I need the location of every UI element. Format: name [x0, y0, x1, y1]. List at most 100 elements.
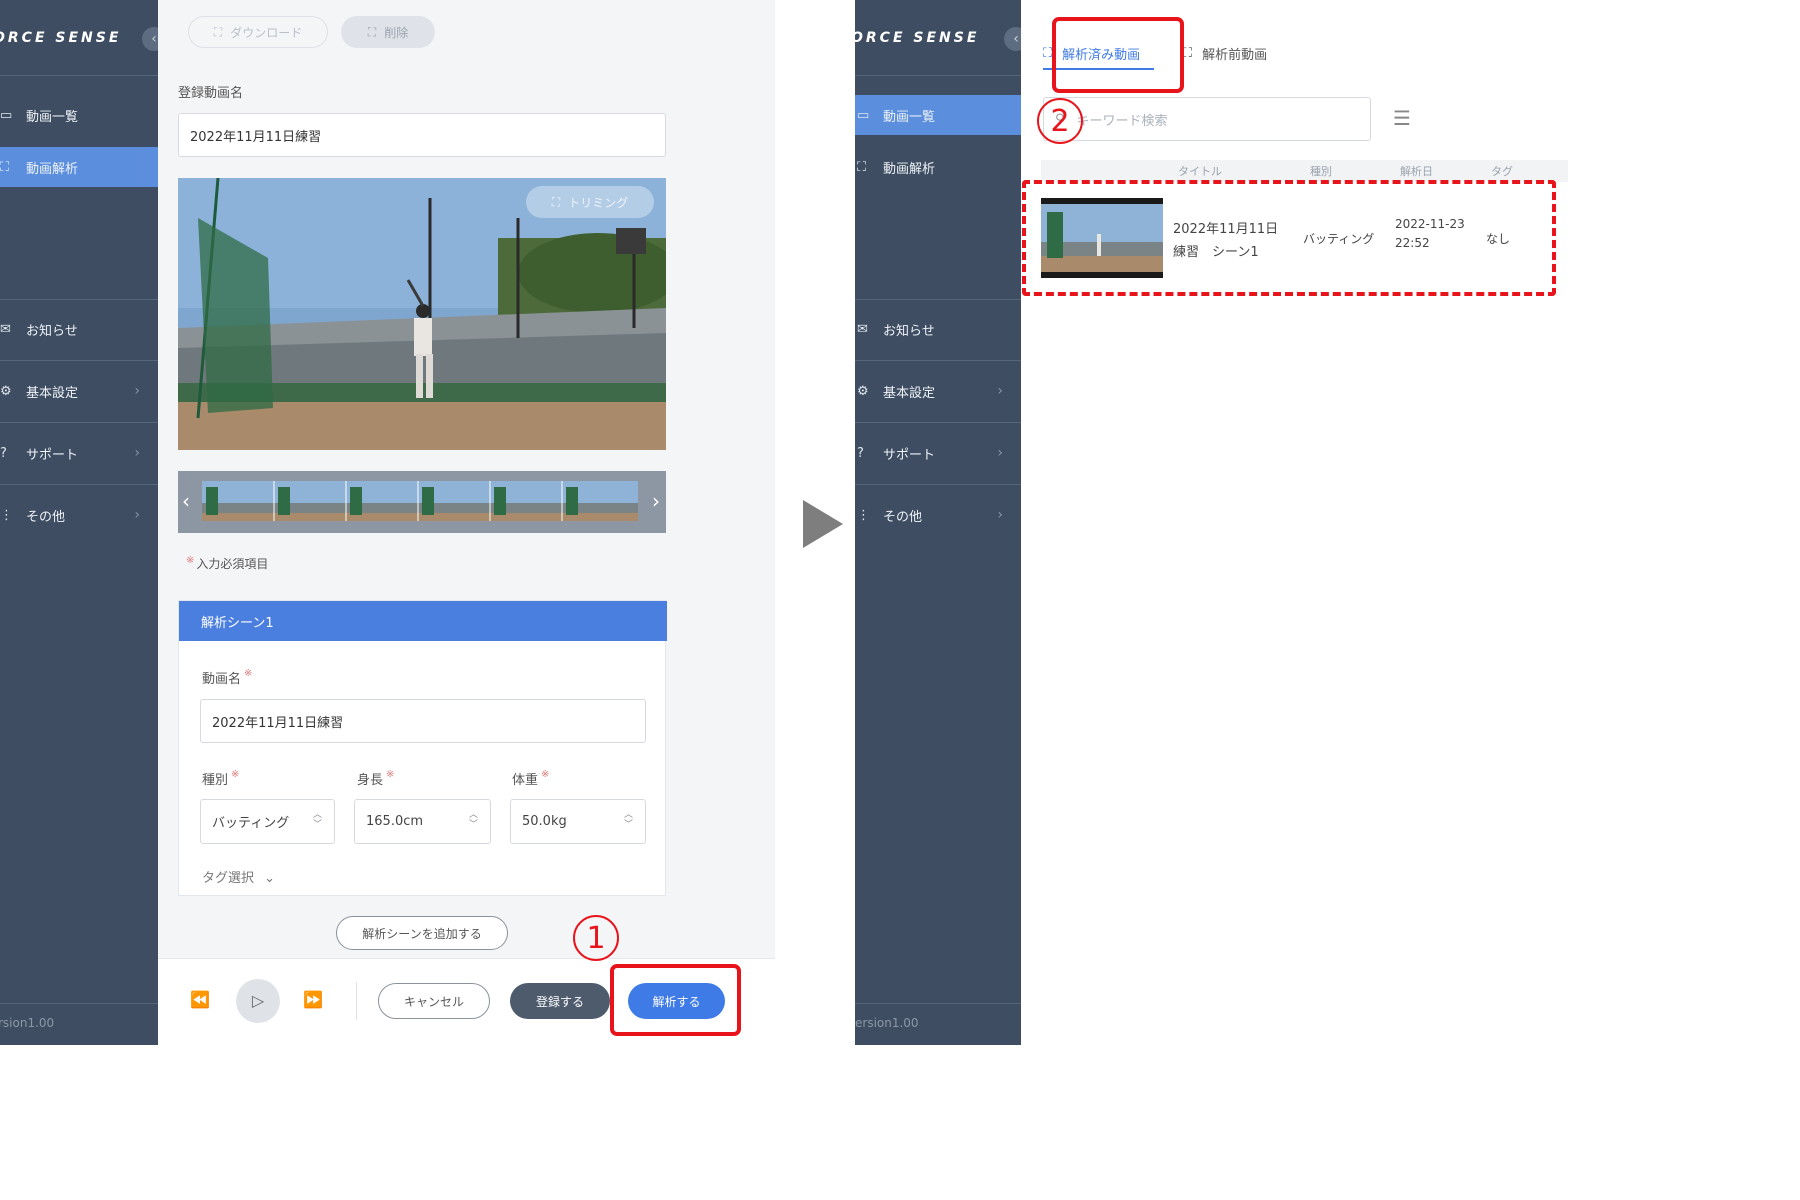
- tab-icon: ⛶: [1043, 45, 1053, 61]
- chevron-down-icon: ⌄: [264, 871, 276, 886]
- chevron-left-icon: ‹: [1013, 31, 1019, 47]
- scene-name-value: 2022年11月11日練習: [212, 715, 344, 731]
- play-button[interactable]: ▷: [236, 979, 280, 1023]
- trim-icon: ⛶: [551, 194, 561, 209]
- fast-forward-icon[interactable]: ⏩: [303, 990, 323, 1009]
- sidebar-item-label: 基本設定: [883, 385, 936, 401]
- add-scene-label: 解析シーンを追加する: [362, 926, 482, 941]
- sidebar-divider: [0, 422, 158, 423]
- sidebar-item-video-list[interactable]: ▭ 動画一覧: [0, 95, 158, 135]
- sidebar-divider: [855, 75, 1021, 76]
- type-label: 種別 ※: [202, 769, 239, 788]
- required-note-text: 入力必須項目: [196, 557, 269, 571]
- sidebar-item-other[interactable]: ⋮ その他 ›: [0, 495, 158, 535]
- sidebar-divider: [855, 1003, 1021, 1004]
- add-scene-button[interactable]: 解析シーンを追加する: [336, 916, 508, 950]
- tab-icon: ⛶: [1183, 45, 1193, 61]
- height-select[interactable]: 165.0cm ︿ ﹀: [354, 799, 491, 844]
- version-text: rsion1.00: [0, 1016, 55, 1030]
- right-sidebar: ORCE SENSE ‹ ▭ 動画一覧 ⛶ 動画解析 ✉ お知らせ ⚙ 基本設定…: [851, 0, 1028, 1045]
- updown-icon: ︿ ﹀: [312, 810, 322, 830]
- trimming-label: トリミング: [568, 195, 629, 210]
- weight-select[interactable]: 50.0kg ︿ ﹀: [510, 799, 646, 844]
- chevron-right-icon: ›: [134, 383, 140, 399]
- col-header-type: 種別: [1310, 165, 1332, 178]
- filmstrip-thumbnails: [202, 481, 638, 521]
- video-title-input[interactable]: 2022年11月11日練習: [178, 113, 666, 157]
- sidebar-item-video-analysis[interactable]: ⛶ 動画解析: [855, 147, 1021, 187]
- video-filmstrip[interactable]: ‹ ›: [178, 471, 666, 533]
- chevron-right-icon: ›: [134, 445, 140, 461]
- scene-name-label-text: 動画名: [202, 672, 242, 687]
- height-label: 身長 ※: [357, 769, 394, 788]
- chevron-left-icon: ‹: [151, 31, 157, 47]
- gear-icon: ⚙: [0, 383, 12, 399]
- trimming-button[interactable]: ⛶ トリミング: [526, 186, 654, 218]
- height-value: 165.0cm: [366, 814, 424, 829]
- sidebar-item-video-analysis[interactable]: ⛶ 動画解析: [0, 147, 158, 187]
- type-label-text: 種別: [202, 773, 229, 788]
- sidebar-item-settings[interactable]: ⚙ 基本設定 ›: [855, 371, 1021, 411]
- sidebar-item-label: サポート: [26, 447, 79, 463]
- play-icon: ▷: [251, 991, 265, 1010]
- col-header-title: タイトル: [1178, 165, 1222, 178]
- right-main-panel: [1021, 0, 1568, 1045]
- mail-icon: ✉: [0, 321, 11, 337]
- video-list-icon: ▭: [857, 107, 870, 123]
- register-button[interactable]: 登録する: [510, 983, 610, 1019]
- chevron-left-icon[interactable]: ‹: [182, 489, 190, 513]
- sidebar-item-support[interactable]: ? サポート ›: [0, 433, 158, 473]
- table-header-row: [1041, 160, 1568, 182]
- tag-select-label: タグ選択: [202, 871, 255, 886]
- rewind-icon[interactable]: ⏪: [190, 990, 210, 1009]
- step-marker-2: 2: [1037, 98, 1083, 144]
- updown-icon: ︿ ﹀: [623, 810, 633, 830]
- sidebar-item-label: サポート: [883, 447, 936, 463]
- chevron-right-icon: ›: [997, 445, 1003, 461]
- filter-settings-icon[interactable]: ☰: [1393, 106, 1411, 130]
- bar-divider: [356, 982, 357, 1020]
- chevron-right-icon: ›: [997, 507, 1003, 523]
- sidebar-item-video-list[interactable]: ▭ 動画一覧: [855, 95, 1021, 135]
- analysis-scene-card: 解析シーン1 動画名 ※ 2022年11月11日練習 種別 ※ 身長 ※ 体重 ※ バッ…: [178, 600, 667, 896]
- sidebar-item-label: その他: [883, 509, 923, 525]
- analyzed-tab-highlight-box: [1052, 17, 1184, 93]
- sidebar-item-label: 動画一覧: [883, 109, 936, 125]
- tab-label: 解析前動画: [1202, 47, 1268, 63]
- mail-icon: ✉: [857, 321, 868, 337]
- chevron-right-icon: ›: [997, 383, 1003, 399]
- chevron-right-icon[interactable]: ›: [652, 489, 660, 513]
- required-mark: ※: [231, 769, 240, 780]
- version-text: ersion1.00: [855, 1016, 919, 1030]
- video-list-icon: ▭: [0, 107, 13, 123]
- cancel-button[interactable]: キャンセル: [378, 983, 490, 1019]
- scene-name-input[interactable]: 2022年11月11日練習: [200, 699, 646, 743]
- cancel-label: キャンセル: [403, 994, 464, 1009]
- tag-select[interactable]: タグ選択 ⌄: [202, 867, 275, 886]
- col-header-tag: タグ: [1491, 165, 1513, 178]
- type-select[interactable]: バッティング ︿ ﹀: [200, 799, 335, 844]
- keyword-search-input[interactable]: ⚲ キーワード検索: [1043, 97, 1371, 141]
- sidebar-item-notices[interactable]: ✉ お知らせ: [0, 309, 158, 349]
- required-mark: ※: [386, 769, 395, 780]
- sidebar-item-label: 動画解析: [883, 161, 936, 177]
- register-label: 登録する: [535, 994, 584, 1009]
- chevron-right-icon: ›: [134, 507, 140, 523]
- video-preview[interactable]: [178, 178, 666, 450]
- download-button[interactable]: ⛶ ダウンロード: [188, 16, 328, 48]
- tab-unanalyzed-videos[interactable]: ⛶ 解析前動画: [1183, 38, 1267, 68]
- required-mark: ※: [541, 769, 550, 780]
- sidebar-item-settings[interactable]: ⚙ 基本設定 ›: [0, 371, 158, 411]
- sidebar-divider: [855, 484, 1021, 485]
- new-row-highlight-box: [1022, 180, 1556, 296]
- delete-button[interactable]: ⛶ 削除: [341, 16, 435, 48]
- sidebar-item-other[interactable]: ⋮ その他 ›: [855, 495, 1021, 535]
- more-icon: ⋮: [857, 507, 870, 523]
- search-placeholder: キーワード検索: [1076, 113, 1168, 129]
- sidebar-divider: [855, 299, 1021, 300]
- required-note: ※ 入力必須項目: [186, 555, 268, 572]
- sidebar-item-support[interactable]: ? サポート ›: [855, 433, 1021, 473]
- download-label: ダウンロード: [230, 25, 303, 40]
- scene-name-label: 動画名 ※: [202, 668, 252, 687]
- sidebar-item-notices[interactable]: ✉ お知らせ: [855, 309, 1021, 349]
